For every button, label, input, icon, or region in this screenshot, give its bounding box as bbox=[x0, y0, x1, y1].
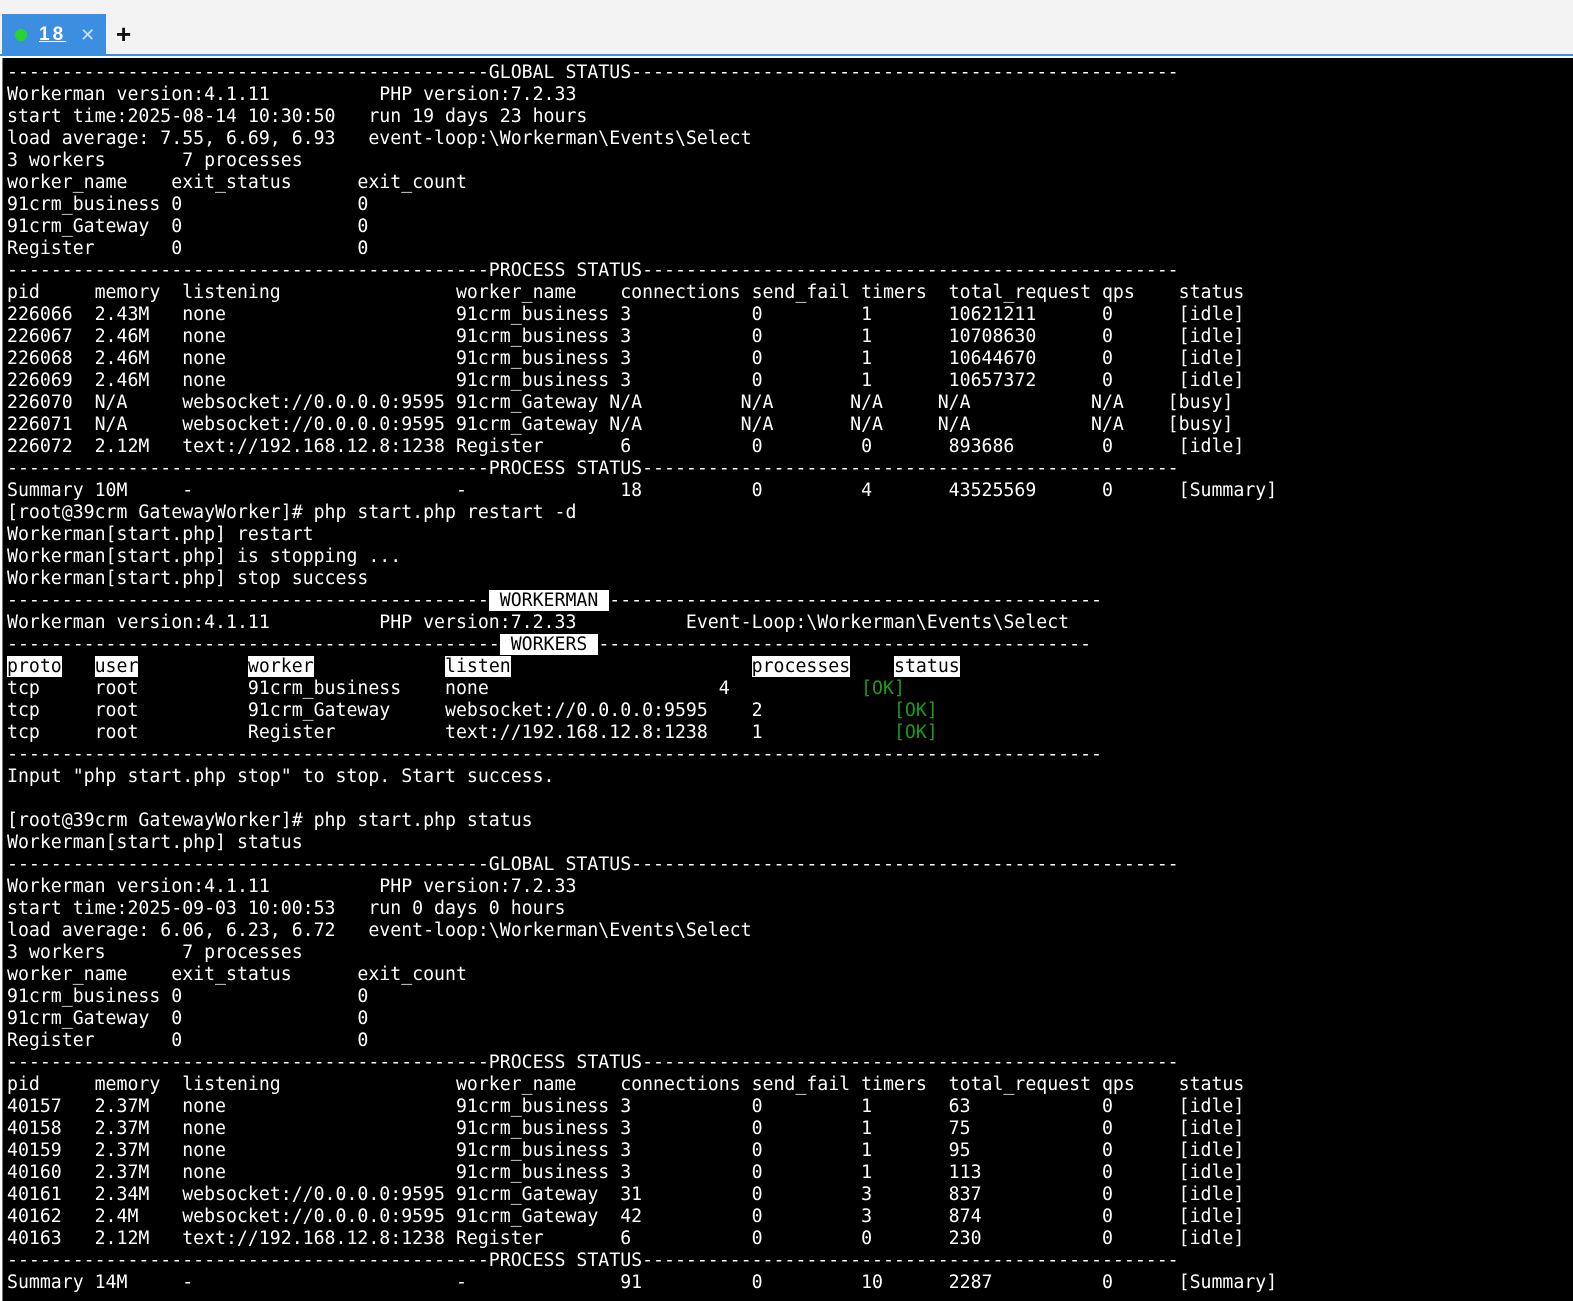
terminal-line: 226069 2.46M none 91crm_business 3 0 1 1… bbox=[7, 370, 1245, 391]
terminal-line: 40163 2.12M text://192.168.12.8:1238 Reg… bbox=[7, 1228, 1245, 1249]
worker-row-text: tcp root 91crm_business none 4 [OK] bbox=[7, 678, 905, 699]
terminal-line: ----------------------------------------… bbox=[7, 62, 1179, 83]
col-header: listen bbox=[445, 656, 511, 677]
terminal-line: start time:2025-09-03 10:00:53 run 0 day… bbox=[7, 898, 566, 919]
terminal-line: Input "php start.php stop" to stop. Star… bbox=[7, 766, 555, 787]
terminal-line: start time:2025-08-14 10:30:50 run 19 da… bbox=[7, 106, 588, 127]
terminal-line: 226070 N/A websocket://0.0.0.0:9595 91cr… bbox=[7, 392, 1234, 413]
worker-row-text: tcp root Register text://192.168.12.8:12… bbox=[7, 722, 938, 743]
terminal-line: ----------------------------------------… bbox=[7, 854, 1179, 875]
terminal-line: ----------------------------------------… bbox=[7, 260, 1179, 281]
banner-dashes: ----------------------------------------… bbox=[609, 590, 1102, 611]
terminal-line: Summary 14M - - 91 0 10 2287 0 [Summary] bbox=[7, 1272, 1278, 1293]
terminal-line: pid memory listening worker_name connect… bbox=[7, 282, 1245, 303]
terminal-line: load average: 7.55, 6.69, 6.93 event-loo… bbox=[7, 128, 752, 149]
terminal-line: Register 0 0 bbox=[7, 238, 369, 259]
terminal-line: 226072 2.12M text://192.168.12.8:1238 Re… bbox=[7, 436, 1245, 457]
terminal-line: 91crm_business 0 0 bbox=[7, 194, 369, 215]
status-dot-icon bbox=[15, 29, 27, 41]
terminal-line: ----------------------------------------… bbox=[7, 1052, 1179, 1073]
terminal-line: Workerman[start.php] stop success bbox=[7, 568, 369, 589]
terminal-line: Workerman version:4.1.11 PHP version:7.2… bbox=[7, 84, 577, 105]
worker-row: tcp root 91crm_business none 4 [OK] bbox=[7, 678, 905, 700]
terminal-line: 91crm_Gateway 0 0 bbox=[7, 1008, 369, 1029]
tab-bar: 18 ✕ + bbox=[0, 0, 1573, 56]
ok-status: [OK] bbox=[893, 722, 938, 743]
workers-banner: ----------------------------------------… bbox=[7, 634, 1091, 656]
terminal-line: worker_name exit_status exit_count bbox=[7, 172, 467, 193]
new-tab-button[interactable]: + bbox=[116, 20, 131, 48]
terminal-line: Register 0 0 bbox=[7, 1030, 369, 1051]
worker-row-text: tcp root 91crm_Gateway websocket://0.0.0… bbox=[7, 700, 938, 721]
banner-dashes: ----------------------------------------… bbox=[7, 634, 500, 655]
ok-status: [OK] bbox=[893, 700, 938, 721]
close-icon[interactable]: ✕ bbox=[80, 25, 95, 46]
terminal-line: 40159 2.37M none 91crm_business 3 0 1 95… bbox=[7, 1140, 1245, 1161]
terminal-line: 40161 2.34M websocket://0.0.0.0:9595 91c… bbox=[7, 1184, 1245, 1205]
terminal-line: Workerman[start.php] status bbox=[7, 832, 303, 853]
terminal-line: 91crm_business 0 0 bbox=[7, 986, 369, 1007]
workerman-banner: ----------------------------------------… bbox=[7, 590, 1102, 612]
terminal-line: 226067 2.46M none 91crm_business 3 0 1 1… bbox=[7, 326, 1245, 347]
terminal-line: ----------------------------------------… bbox=[7, 1250, 1179, 1271]
col-header: user bbox=[94, 656, 139, 677]
terminal-output[interactable]: ----------------------------------------… bbox=[2, 58, 1573, 1301]
ok-status: [OK] bbox=[861, 678, 905, 699]
worker-row: tcp root 91crm_Gateway websocket://0.0.0… bbox=[7, 700, 938, 722]
banner-dashes: ----------------------------------------… bbox=[598, 634, 1092, 655]
terminal-line: 3 workers 7 processes bbox=[7, 150, 303, 171]
terminal-line: 226066 2.43M none 91crm_business 3 0 1 1… bbox=[7, 304, 1245, 325]
terminal-line: 40158 2.37M none 91crm_business 3 0 1 75… bbox=[7, 1118, 1245, 1139]
terminal-line: 91crm_Gateway 0 0 bbox=[7, 216, 369, 237]
terminal-line: Workerman version:4.1.11 PHP version:7.2… bbox=[7, 876, 577, 897]
terminal-line: Workerman[start.php] is stopping ... bbox=[7, 546, 402, 567]
terminal-line: Summary 10M - - 18 0 4 43525569 0 [Summa… bbox=[7, 480, 1278, 501]
terminal-line: 40160 2.37M none 91crm_business 3 0 1 11… bbox=[7, 1162, 1245, 1183]
workers-header: proto user worker listen processes statu… bbox=[7, 656, 960, 678]
terminal-line: Workerman version:4.1.11 PHP version:7.2… bbox=[7, 612, 1070, 633]
worker-row: tcp root Register text://192.168.12.8:12… bbox=[7, 722, 938, 744]
terminal-line: [root@39crm GatewayWorker]# php start.ph… bbox=[7, 810, 533, 831]
terminal-line: pid memory listening worker_name connect… bbox=[7, 1074, 1245, 1095]
terminal-line: ----------------------------------------… bbox=[7, 744, 1102, 765]
terminal-line: [root@39crm GatewayWorker]# php start.ph… bbox=[7, 502, 577, 523]
terminal-line: load average: 6.06, 6.23, 6.72 event-loo… bbox=[7, 920, 752, 941]
terminal-line: 40162 2.4M websocket://0.0.0.0:9595 91cr… bbox=[7, 1206, 1245, 1227]
terminal-line: 226071 N/A websocket://0.0.0.0:9595 91cr… bbox=[7, 414, 1234, 435]
banner-title: WORKERMAN bbox=[488, 590, 610, 611]
banner-title: WORKERS bbox=[499, 634, 599, 655]
terminal-line: worker_name exit_status exit_count bbox=[7, 964, 467, 985]
terminal-line: 226068 2.46M none 91crm_business 3 0 1 1… bbox=[7, 348, 1245, 369]
col-header: status bbox=[894, 656, 960, 677]
terminal-line: 40157 2.37M none 91crm_business 3 0 1 63… bbox=[7, 1096, 1245, 1117]
col-header: processes bbox=[751, 656, 851, 677]
col-header: worker bbox=[247, 656, 314, 677]
tab-label: 18 bbox=[39, 24, 67, 45]
tab-session[interactable]: 18 ✕ bbox=[2, 14, 106, 56]
terminal-line: Workerman[start.php] restart bbox=[7, 524, 314, 545]
terminal-line: ----------------------------------------… bbox=[7, 458, 1179, 479]
terminal-line: 3 workers 7 processes bbox=[7, 942, 303, 963]
banner-dashes: ----------------------------------------… bbox=[7, 590, 489, 611]
col-header: proto bbox=[7, 656, 62, 677]
